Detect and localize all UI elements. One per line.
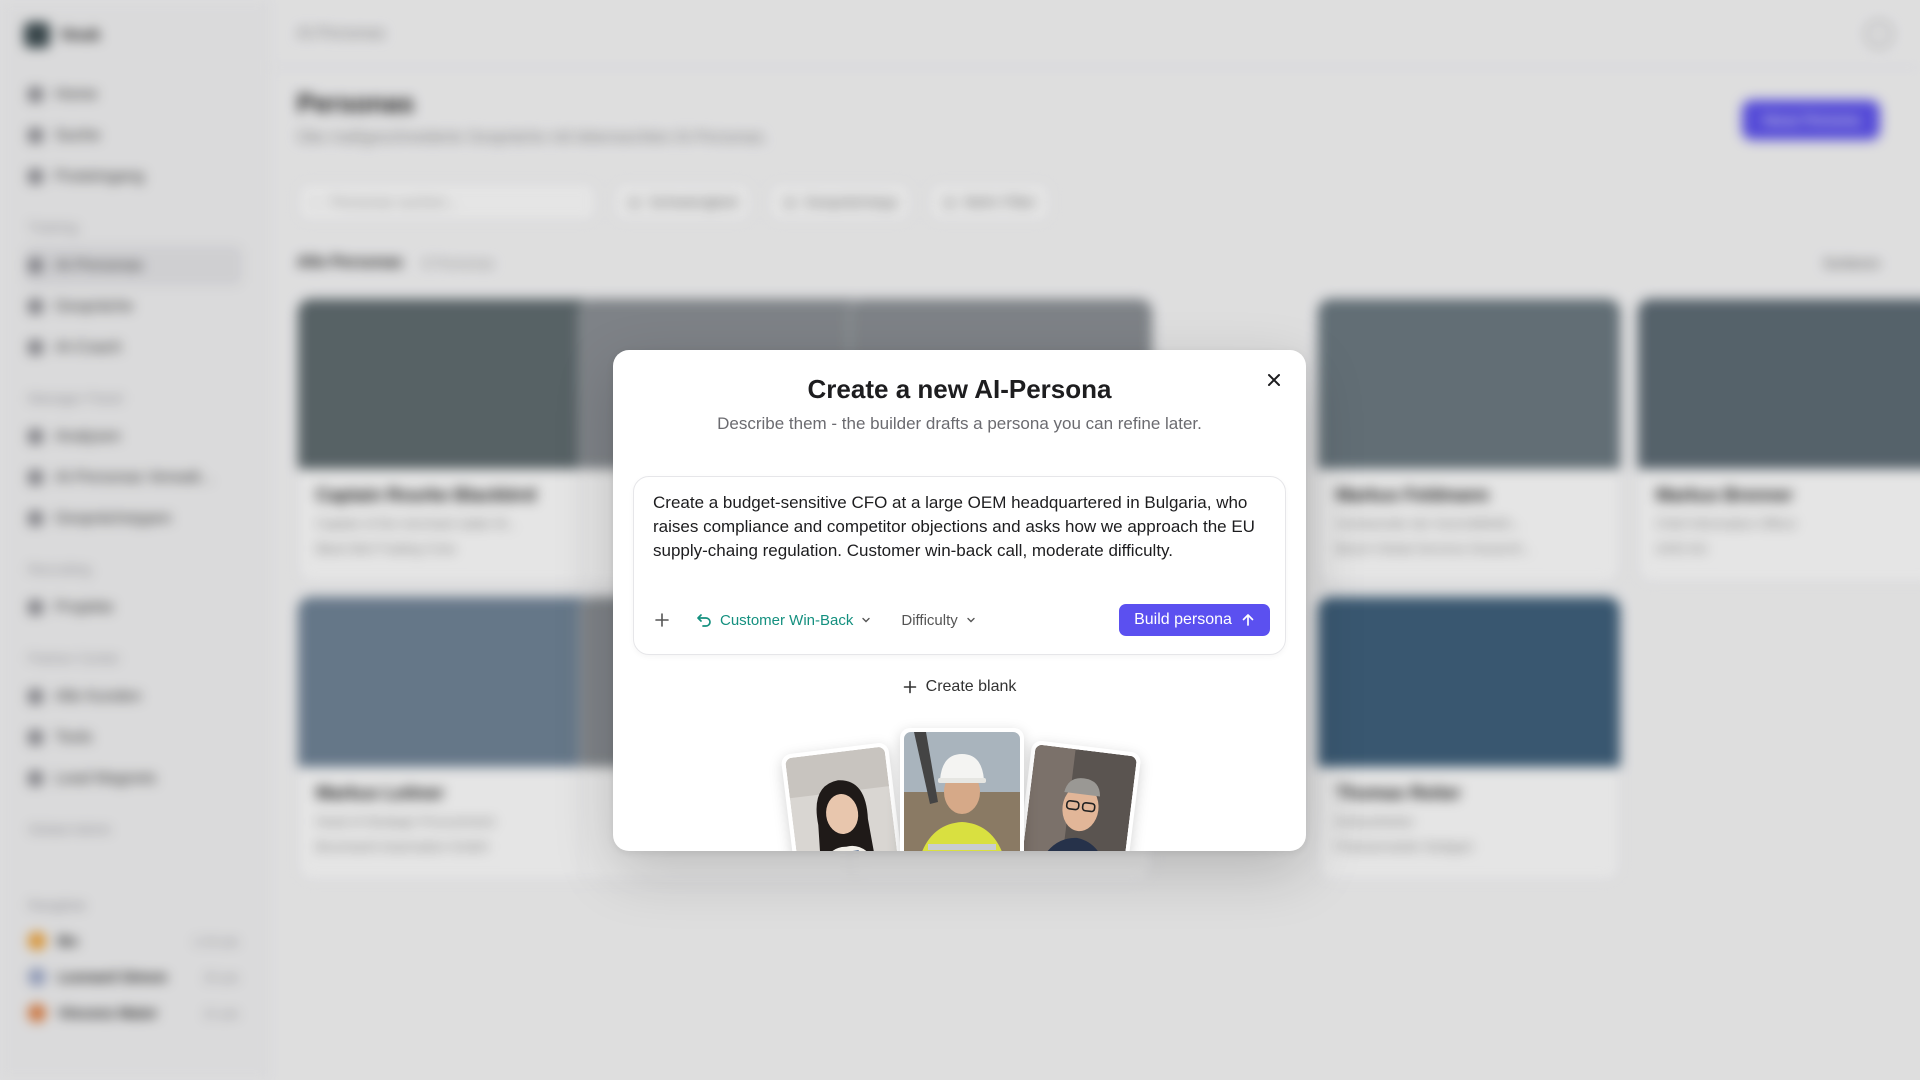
- add-attachment-button[interactable]: [646, 604, 678, 636]
- arrow-up-icon: [1242, 614, 1254, 626]
- persona-photo-stack: [613, 728, 1306, 851]
- create-blank-button[interactable]: Create blank: [613, 678, 1306, 696]
- persona-photo-construction-worker: [900, 728, 1024, 851]
- chevron-down-icon: [862, 617, 871, 623]
- persona-composer: Create a budget-sensitive CFO at a large…: [633, 476, 1286, 655]
- persona-photo-woman: [780, 741, 904, 851]
- dialog-title: Create a new AI-Persona: [807, 374, 1112, 404]
- conversation-type-label: Customer Win-Back: [720, 611, 854, 629]
- plus-icon: [903, 680, 916, 694]
- plus-icon: [655, 613, 669, 627]
- build-persona-label: Build persona: [1134, 611, 1232, 628]
- chevron-down-icon: [967, 617, 975, 623]
- dialog-subtitle: Describe them - the builder drafts a per…: [717, 414, 1202, 433]
- composer-toolbar: Customer Win-Back Difficulty Build perso…: [646, 604, 1270, 636]
- difficulty-label: Difficulty: [901, 611, 958, 629]
- persona-photo-man-glasses: [1016, 739, 1142, 851]
- conversation-type-select[interactable]: Customer Win-Back: [692, 604, 875, 636]
- create-persona-dialog: Create a new AI-Persona Describe them - …: [613, 350, 1306, 851]
- undo-arrow-icon: [697, 614, 711, 627]
- build-persona-button[interactable]: Build persona: [1119, 604, 1270, 636]
- persona-prompt-input[interactable]: Create a budget-sensitive CFO at a large…: [653, 491, 1263, 591]
- difficulty-select[interactable]: Difficulty: [897, 604, 979, 636]
- create-blank-label: Create blank: [925, 678, 1017, 695]
